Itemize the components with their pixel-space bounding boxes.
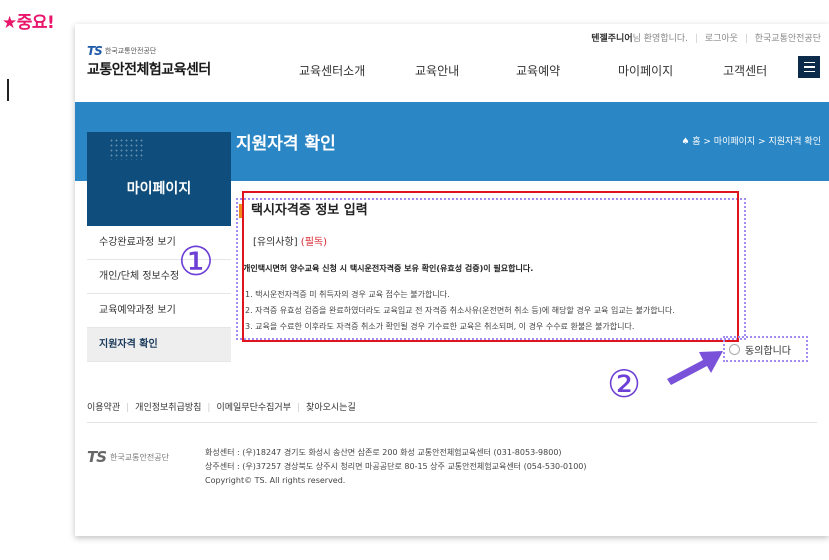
nav-item-education-info[interactable]: 교육안내 [415,62,459,79]
user-name: 텐젤주니어 [591,34,633,44]
ts-logo-mark: TS [87,44,103,58]
annotation-number-1: ① [178,239,214,285]
logout-link[interactable]: 로그아웃 [705,34,738,44]
hamburger-menu-icon[interactable] [798,56,820,78]
org-link[interactable]: 한국교통안전공단 [755,34,821,44]
footer-logo: TS 한국교통안전공단 [87,448,169,466]
footer-info: 화성센터 : (우)18247 경기도 화성시 송산면 삼존로 200 화성 교… [205,446,587,488]
red-highlight-box [242,191,739,342]
dots-pattern [109,138,143,160]
page-title: 지원자격 확인 [236,134,336,154]
sidebar-item-eligibility-check[interactable]: 지원자격 확인 [87,328,231,362]
agree-radio[interactable] [729,344,740,355]
logo-subtitle: 한국교통안전공단 [104,47,157,55]
footer-link-directions[interactable]: 찾아오시는길 [306,403,356,413]
left-edge-bar [7,79,9,101]
annotation-arrow-icon [667,351,723,385]
footer-link-privacy[interactable]: 개인정보취급방침 [135,403,201,413]
footer-divider [87,422,817,423]
important-note: ★중요! [2,13,55,33]
nav-item-customer-center[interactable]: 고객센터 [723,62,767,79]
site-logo[interactable]: TS 한국교통안전공단 교통안전체험교육센터 [87,44,211,79]
breadcrumb: ♠ 홈 > 마이페이지 > 지원자격 확인 [681,137,821,147]
agree-option[interactable]: 동의합니다 [729,342,791,357]
nav-item-mypage[interactable]: 마이페이지 [618,62,673,79]
nav-item-reservation[interactable]: 교육예약 [516,62,560,79]
footer-logo-text: 한국교통안전공단 [110,452,169,462]
agree-label: 동의합니다 [745,346,791,357]
sidebar-header: 마이페이지 [87,132,231,226]
annotation-number-2: ② [607,362,642,406]
browser-page: 텐젤주니어님 환영합니다. | 로그아웃 | 한국교통안전공단 TS 한국교통안… [75,24,829,536]
top-utility-bar: 텐젤주니어님 환영합니다. | 로그아웃 | 한국교통안전공단 [591,34,821,44]
footer-link-email-policy[interactable]: 이메일무단수집거부 [216,403,291,413]
footer-info-hwaseong: 화성센터 : (우)18247 경기도 화성시 송산면 삼존로 200 화성 교… [205,448,562,457]
logo-title: 교통안전체험교육센터 [87,62,211,78]
welcome-text: 님 환영합니다. [632,34,689,44]
footer-copyright: Copyright© TS. All rights reserved. [205,476,346,485]
sidebar-title: 마이페이지 [126,181,192,197]
footer-info-sangju: 상주센터 : (우)37257 경상북도 상주시 청리면 마공공단로 80-15… [205,462,587,471]
footer-link-terms[interactable]: 이용약관 [87,403,120,413]
footer-links: 이용약관 | 개인정보취급방침 | 이메일무단수집거부 | 찾아오시는길 [87,403,356,413]
footer-ts-mark: TS [87,448,107,466]
nav-item-center-intro[interactable]: 교육센터소개 [299,62,365,79]
sidebar-item-reserved-courses[interactable]: 교육예약과정 보기 [87,294,231,328]
